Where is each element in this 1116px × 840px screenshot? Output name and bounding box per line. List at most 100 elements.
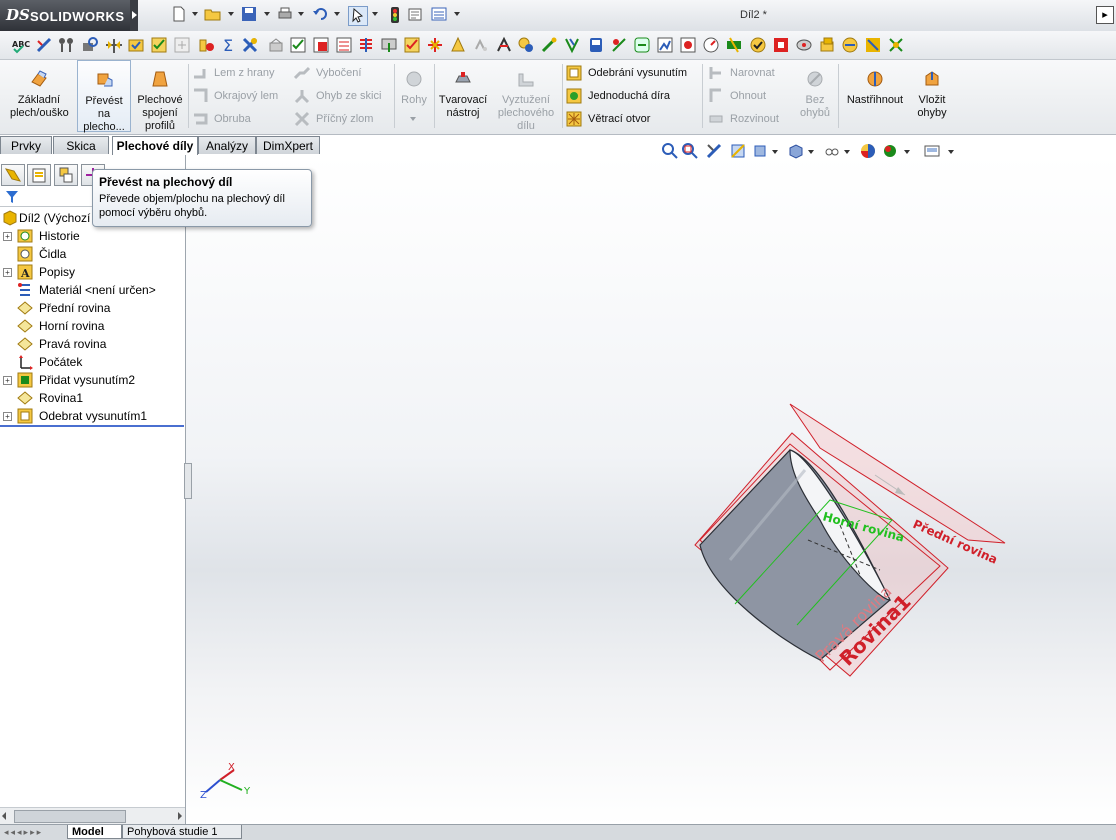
view-orientation-dropdown-icon[interactable] — [772, 150, 778, 154]
expand-icon[interactable]: + — [3, 268, 12, 277]
jog-icon — [294, 66, 310, 80]
corners-dropdown-icon[interactable] — [410, 117, 416, 121]
lofted-bend-button[interactable]: Plechové spojení profilů — [134, 60, 186, 132]
filter-icon[interactable] — [5, 190, 19, 204]
graphics-area[interactable]: Horní rovina Přední rovina Pravá rovina … — [186, 155, 1116, 825]
forming-tool-icon — [455, 72, 471, 83]
vent-label: Větrací otvor — [588, 113, 651, 125]
menu-expand-arrow-icon[interactable] — [130, 0, 138, 31]
display-style-icon[interactable] — [788, 143, 804, 159]
previous-view-icon[interactable] — [706, 143, 722, 159]
select-pointer-icon[interactable] — [348, 6, 368, 26]
scroll-right-icon[interactable] — [178, 812, 182, 820]
zoom-to-area-icon[interactable] — [682, 143, 698, 159]
corners-icon — [406, 71, 422, 87]
expand-icon[interactable]: + — [3, 412, 12, 421]
no-bends-label: Bez ohybů — [800, 94, 830, 119]
edge-flange-button[interactable]: Lem z hrany — [192, 63, 275, 83]
file-properties-icon[interactable] — [406, 6, 424, 24]
scene-dropdown-icon[interactable] — [904, 150, 910, 154]
new-document-icon[interactable] — [170, 6, 188, 24]
panel-splitter-handle[interactable] — [184, 463, 192, 499]
sketched-bend-button[interactable]: Ohyb ze skici — [294, 86, 381, 106]
simple-hole-label: Jednoduchá díra — [588, 90, 670, 102]
hide-show-items-icon[interactable] — [824, 143, 840, 159]
fold-label: Ohnout — [730, 90, 767, 102]
section-view-icon[interactable] — [730, 143, 746, 159]
edge-flange-icon — [194, 69, 206, 79]
undo-dropdown-icon[interactable] — [334, 12, 340, 16]
tab-model[interactable]: Model — [67, 825, 122, 839]
tab-evaluate[interactable]: Analýzy — [198, 136, 256, 154]
extruded-cut-button[interactable]: Odebrání vysunutím — [566, 63, 687, 83]
new-dropdown-icon[interactable] — [192, 12, 198, 16]
plane-icon — [17, 319, 33, 333]
options-icon[interactable] — [430, 6, 448, 24]
base-flange-icon — [31, 70, 47, 87]
open-dropdown-icon[interactable] — [228, 12, 234, 16]
options-dropdown-icon[interactable] — [454, 12, 460, 16]
scroll-thumb[interactable] — [14, 810, 126, 823]
view-settings-icon[interactable] — [924, 143, 940, 159]
flatten-button[interactable]: Rozvinout — [708, 109, 779, 129]
edit-appearance-icon[interactable] — [860, 143, 876, 159]
undo-icon[interactable] — [312, 6, 330, 24]
expand-icon[interactable]: + — [3, 376, 12, 385]
cross-break-icon — [294, 111, 310, 127]
horizontal-scrollbar[interactable] — [0, 807, 185, 824]
rollback-bar[interactable] — [0, 425, 184, 427]
display-style-dropdown-icon[interactable] — [808, 150, 814, 154]
feature-manager-tab-icon[interactable] — [1, 164, 25, 186]
ribbon-separator — [838, 64, 839, 128]
rebuild-icon[interactable] — [386, 6, 404, 24]
vent-button[interactable]: Větrací otvor — [566, 109, 650, 129]
plane-icon — [17, 391, 33, 405]
tab-sketch[interactable]: Skica — [53, 136, 109, 154]
base-flange-button[interactable]: Základní plech/ouško — [4, 60, 74, 132]
title-bar — [0, 0, 1116, 32]
command-tooltip: Převést na plechový díl Převede objem/pl… — [92, 169, 312, 227]
no-bends-button[interactable]: Bez ohybů — [794, 60, 836, 132]
tab-navigation-arrows-icon[interactable]: ◂◂◂▸▸▸ — [4, 828, 43, 838]
miter-flange-button[interactable]: Okrajový lem — [192, 86, 278, 106]
view-settings-dropdown-icon[interactable] — [948, 150, 954, 154]
view-orientation-icon[interactable] — [752, 143, 768, 159]
save-dropdown-icon[interactable] — [264, 12, 270, 16]
tab-dimxpert[interactable]: DimXpert — [256, 136, 320, 154]
cross-break-button[interactable]: Příčný zlom — [294, 109, 373, 129]
print-dropdown-icon[interactable] — [298, 12, 304, 16]
triad-x-label: X — [228, 762, 235, 773]
forming-tool-button[interactable]: Tvarovací nástroj — [437, 60, 489, 132]
unfold-button[interactable]: Narovnat — [708, 63, 775, 83]
window-control-icon[interactable]: ▸ — [1096, 6, 1114, 24]
simple-hole-button[interactable]: Jednoduchá díra — [566, 86, 670, 106]
convert-sheet-metal-icon — [97, 73, 113, 87]
sheet-metal-gusset-button[interactable]: Vyztužení plechového dílu — [492, 60, 560, 132]
save-icon[interactable] — [240, 6, 258, 24]
tooltip-description: Převede objem/plochu na plechový díl pom… — [99, 193, 285, 219]
hem-button[interactable]: Obruba — [192, 109, 251, 129]
jog-button[interactable]: Vybočení — [294, 63, 361, 83]
scroll-left-icon[interactable] — [2, 812, 6, 820]
tree-item-label: Rovina1 — [39, 391, 84, 405]
open-folder-icon[interactable] — [204, 6, 222, 24]
view-triad[interactable]: Z X Y — [200, 760, 260, 810]
configuration-manager-tab-icon[interactable] — [54, 164, 78, 186]
app-logo[interactable]: DS SOLIDWORKS — [0, 0, 130, 31]
expand-icon[interactable]: + — [3, 232, 12, 241]
tab-features[interactable]: Prvky — [0, 136, 52, 154]
tools-toolbar-icons[interactable]: ABC Σ — [0, 31, 1116, 59]
select-dropdown-icon[interactable] — [372, 12, 378, 16]
tab-motion-study[interactable]: Pohybová studie 1 — [122, 825, 242, 839]
tab-sheet-metal[interactable]: Plechové díly — [112, 136, 198, 156]
print-icon[interactable] — [276, 6, 294, 24]
apply-scene-icon[interactable] — [882, 143, 898, 159]
insert-bends-button[interactable]: Vložit ohyby — [910, 60, 954, 132]
property-manager-tab-icon[interactable] — [27, 164, 51, 186]
corners-button[interactable]: Rohy — [398, 60, 430, 132]
convert-to-sheet-metal-button[interactable]: Převést na plecho... — [77, 60, 131, 133]
rip-button[interactable]: Nastřihnout — [842, 60, 908, 132]
fold-button[interactable]: Ohnout — [708, 86, 766, 106]
hide-show-dropdown-icon[interactable] — [844, 150, 850, 154]
zoom-to-fit-icon[interactable] — [662, 143, 678, 159]
